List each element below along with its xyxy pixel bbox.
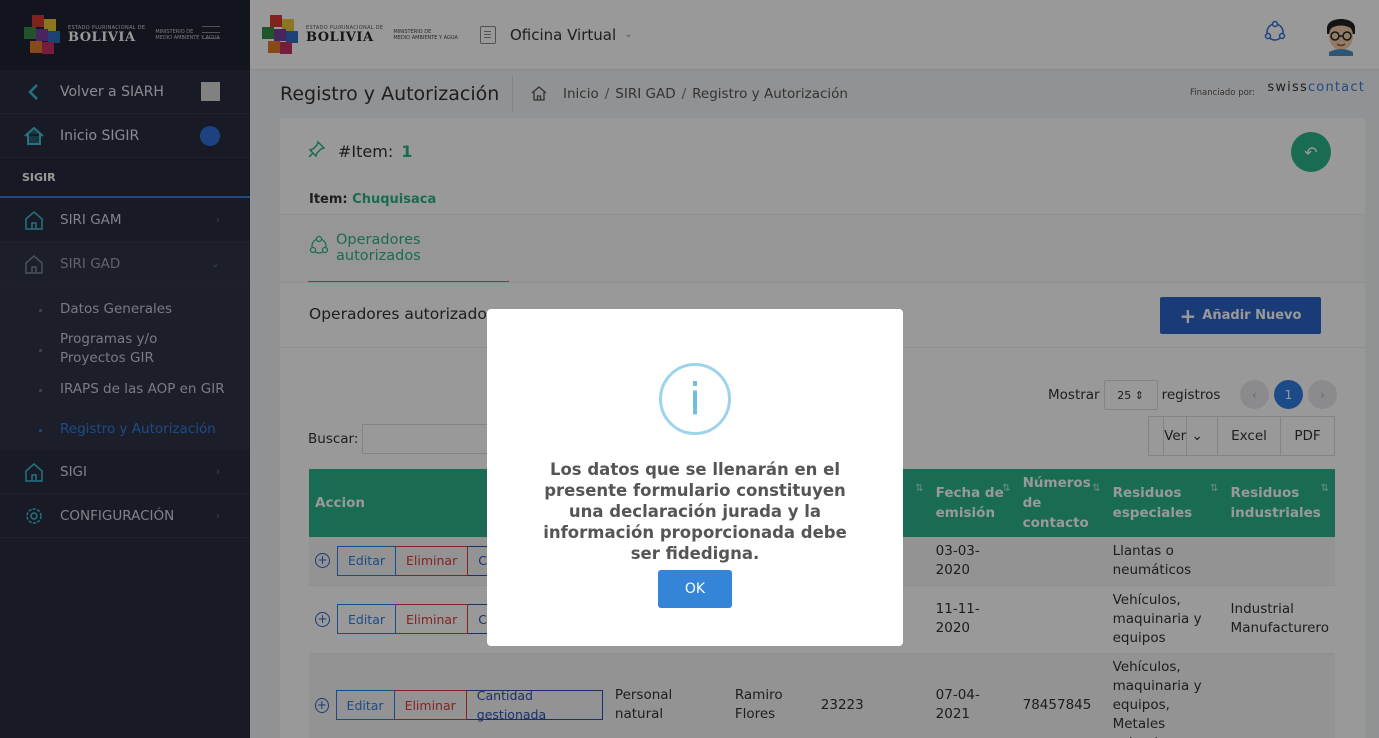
info-modal: i Los datos que se llenarán en el presen… <box>487 309 903 646</box>
modal-message: Los datos que se llenarán en el presente… <box>543 460 847 563</box>
info-icon: i <box>659 363 731 435</box>
ok-button[interactable]: OK <box>658 570 732 608</box>
